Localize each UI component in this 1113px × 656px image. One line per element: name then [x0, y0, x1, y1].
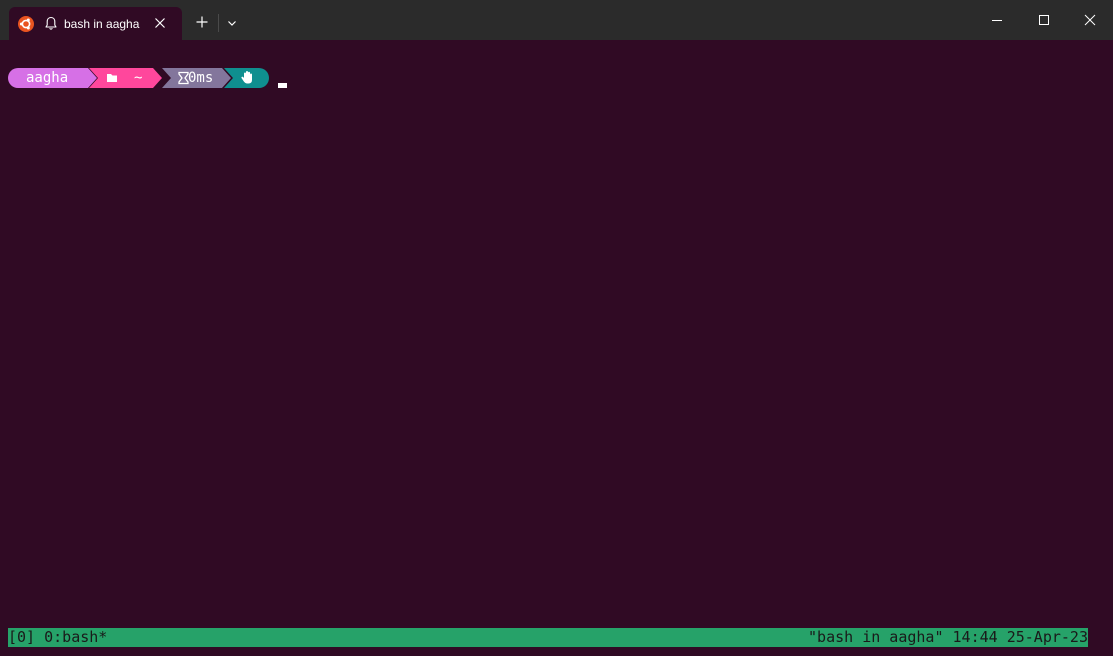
status-left: [0] 0:bash*: [8, 628, 108, 646]
plus-icon[interactable]: [193, 13, 211, 31]
close-icon[interactable]: [1082, 12, 1098, 28]
status-right: "bash in aagha" 14:44 25-Apr-23: [808, 628, 1088, 646]
text-cursor: [278, 83, 287, 88]
toolbar-divider: [218, 14, 219, 32]
tab-bash[interactable]: bash in aagha: [9, 7, 182, 40]
prompt-path: ~: [134, 70, 143, 86]
tab-title: bash in aagha: [64, 17, 140, 31]
prompt-user: aagha: [26, 70, 69, 86]
title-bar: bash in aagha: [0, 0, 1113, 40]
tmux-status-bar: [0] 0:bash* "bash in aagha" 14:44 25-Apr…: [8, 628, 1088, 647]
chevron-down-icon[interactable]: [225, 16, 239, 30]
maximize-icon[interactable]: [1036, 12, 1052, 28]
terminal-window: bash in aagha aagha ~ 0ms [0] 0:bash* "b…: [0, 0, 1113, 656]
prompt-duration: 0ms: [188, 70, 214, 86]
close-icon[interactable]: [153, 16, 167, 30]
ubuntu-icon: [18, 16, 34, 32]
minimize-icon[interactable]: [989, 12, 1005, 28]
prompt-path-segment: [89, 68, 162, 88]
bell-icon: [45, 16, 57, 30]
